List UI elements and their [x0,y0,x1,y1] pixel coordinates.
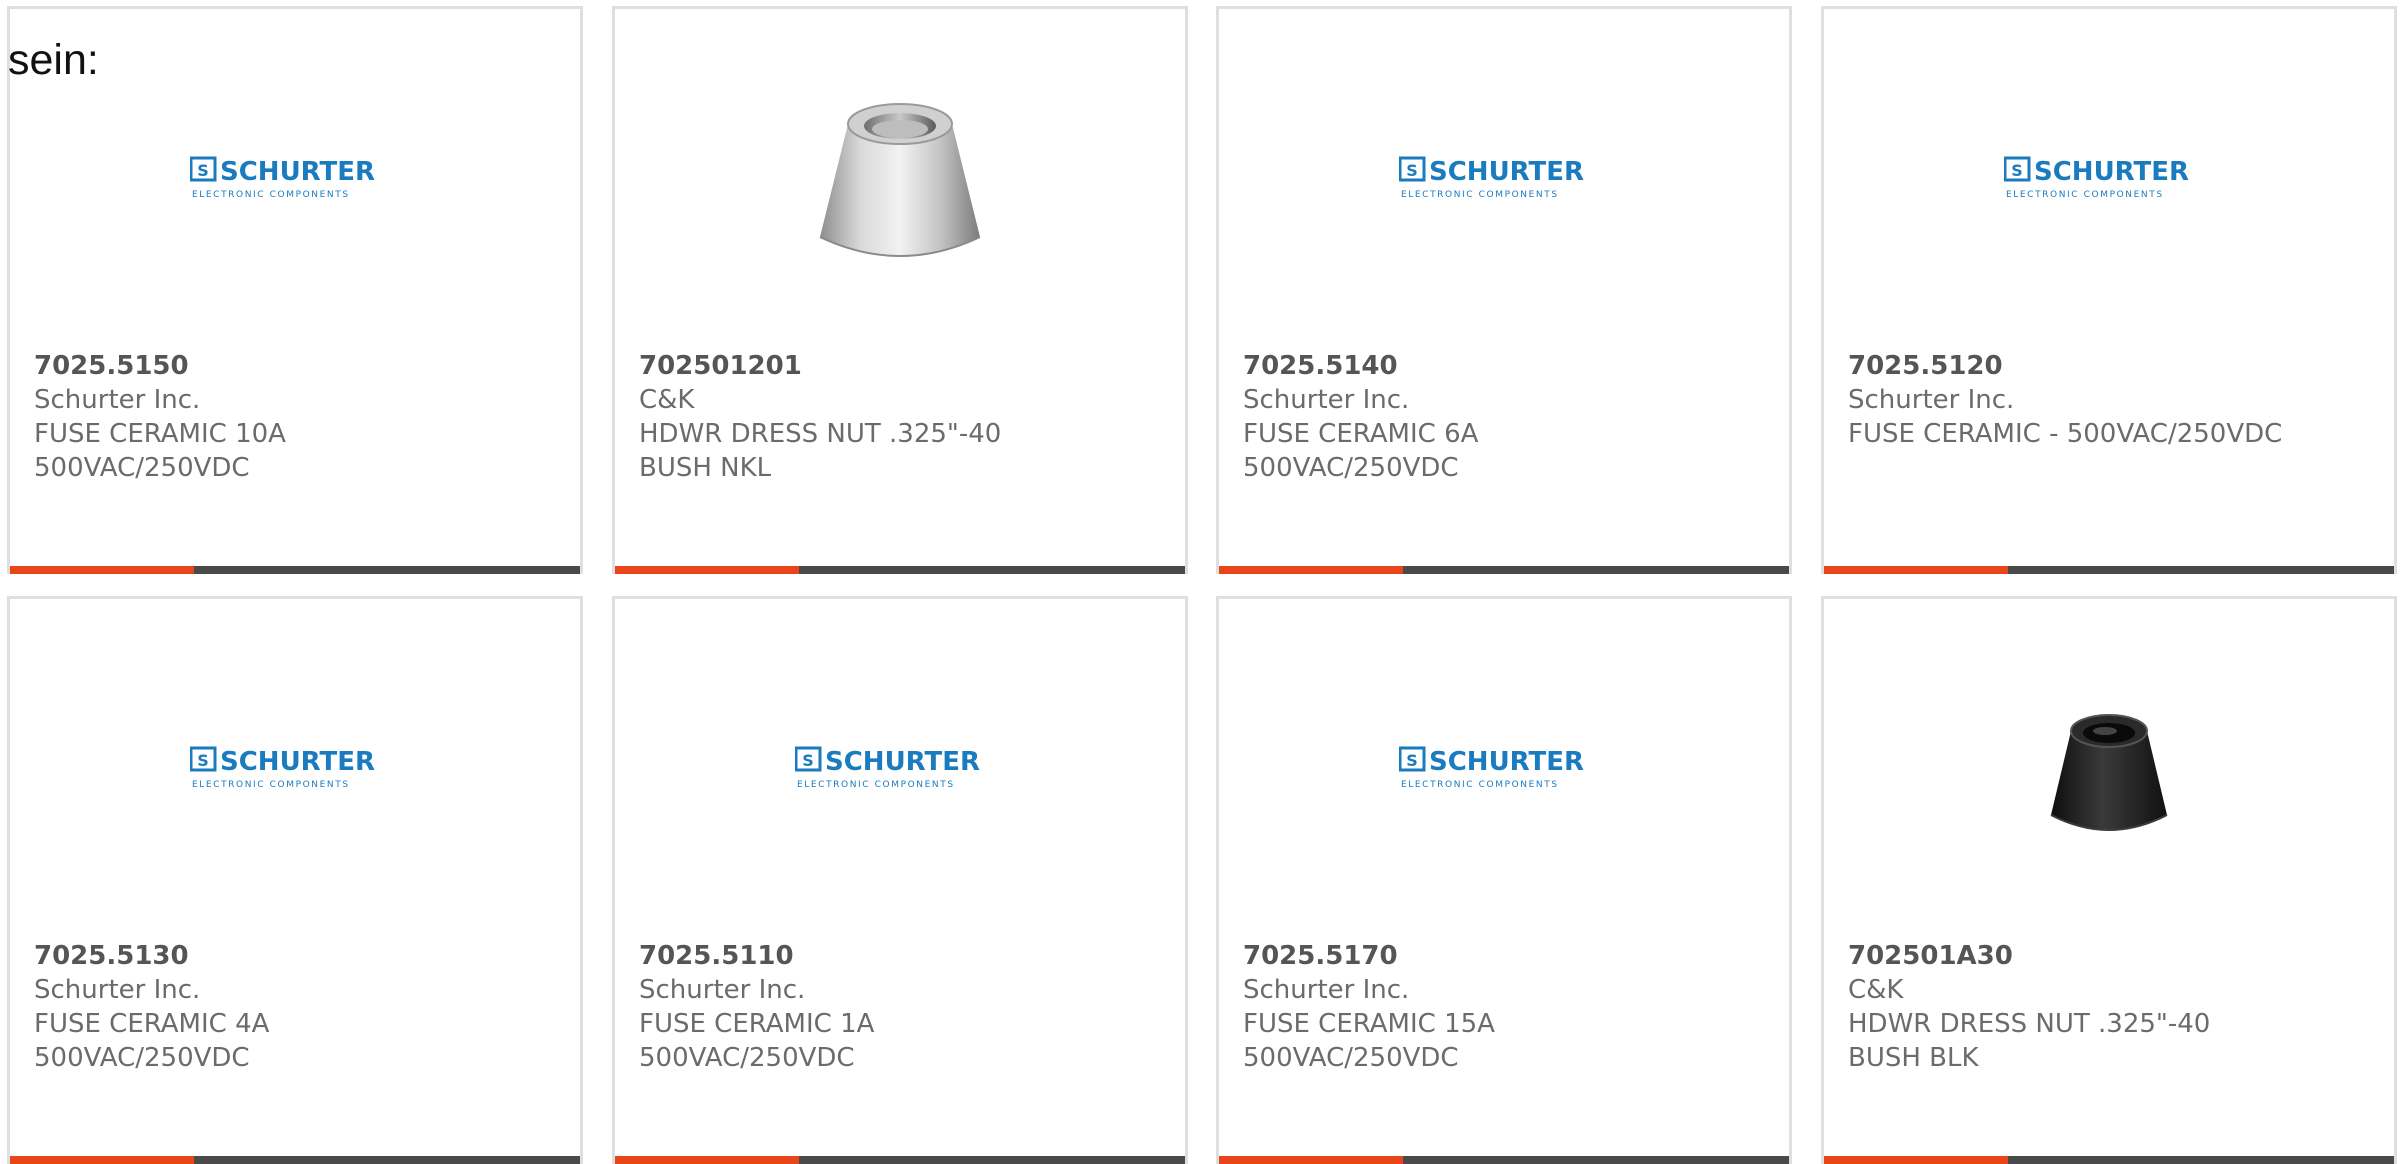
manufacturer: Schurter Inc. [34,385,201,415]
product-image[interactable] [615,49,1185,309]
product-image[interactable]: S SCHURTER ELECTRONIC COMPONENTS [615,639,1185,899]
card-footer-bar [1219,566,1789,574]
product-card[interactable]: S SCHURTER ELECTRONIC COMPONENTS 7025.51… [612,596,1188,1164]
logo-tagline: ELECTRONIC COMPONENTS [1401,780,1559,790]
logo-wordmark: SCHURTER [1429,747,1584,777]
card-footer-bar [615,1156,1185,1164]
card-accent [615,566,799,574]
schurter-logo-icon: S SCHURTER ELECTRONIC COMPONENTS [795,746,980,790]
schurter-logo-icon: S SCHURTER ELECTRONIC COMPONENTS [1399,746,1584,790]
card-footer-bar [1824,566,2394,574]
logo-wordmark: SCHURTER [2034,157,2189,187]
product-card[interactable]: 702501A30 C&K HDWR DRESS NUT .325"-40 BU… [1821,596,2397,1164]
product-image[interactable]: S SCHURTER ELECTRONIC COMPONENTS [10,49,580,309]
part-number[interactable]: 702501201 [639,349,1169,383]
manufacturer: Schurter Inc. [1848,385,2015,415]
description-line-1: FUSE CERAMIC 1A [639,1009,875,1039]
card-accent [1824,1156,2008,1164]
product-grid: S SCHURTER ELECTRONIC COMPONENTS 7025.51… [7,6,2400,1164]
card-accent [10,1156,194,1164]
svg-text:S: S [1406,751,1418,770]
description-line-2: 500VAC/250VDC [34,1043,250,1073]
product-info: 7025.5110 Schurter Inc. FUSE CERAMIC 1A … [639,939,1169,1075]
card-accent [615,1156,799,1164]
description-line-2: 500VAC/250VDC [639,1043,855,1073]
logo-tagline: ELECTRONIC COMPONENTS [2006,190,2164,200]
description-line-1: FUSE CERAMIC 6A [1243,419,1479,449]
product-info: 7025.5140 Schurter Inc. FUSE CERAMIC 6A … [1243,349,1773,485]
card-footer-bar [1824,1156,2394,1164]
card-footer-bar [10,1156,580,1164]
description-line-1: FUSE CERAMIC 4A [34,1009,270,1039]
logo-tagline: ELECTRONIC COMPONENTS [192,780,350,790]
schurter-logo-icon: S SCHURTER ELECTRONIC COMPONENTS [190,746,375,790]
part-number[interactable]: 7025.5120 [1848,349,2378,383]
manufacturer: Schurter Inc. [34,975,201,1005]
description-line-1: HDWR DRESS NUT .325"-40 [639,419,1002,449]
manufacturer: Schurter Inc. [1243,385,1410,415]
black-dress-nut-icon [2050,714,2168,831]
description-line-2: 500VAC/250VDC [34,453,250,483]
logo-wordmark: SCHURTER [1429,157,1584,187]
product-card[interactable]: S SCHURTER ELECTRONIC COMPONENTS 7025.51… [1821,6,2397,574]
description-line-2: BUSH NKL [639,453,772,483]
svg-text:S: S [1406,161,1418,180]
product-image[interactable]: S SCHURTER ELECTRONIC COMPONENTS [1219,49,1789,309]
part-number[interactable]: 7025.5130 [34,939,564,973]
card-footer-bar [615,566,1185,574]
product-info: 702501A30 C&K HDWR DRESS NUT .325"-40 BU… [1848,939,2378,1075]
product-card[interactable]: S SCHURTER ELECTRONIC COMPONENTS 7025.51… [1216,596,1792,1164]
part-number[interactable]: 7025.5140 [1243,349,1773,383]
product-image[interactable]: S SCHURTER ELECTRONIC COMPONENTS [1219,639,1789,899]
card-accent [1219,566,1403,574]
card-accent [1219,1156,1403,1164]
description-line-2: BUSH BLK [1848,1043,1979,1073]
logo-tagline: ELECTRONIC COMPONENTS [192,190,350,200]
part-number[interactable]: 7025.5150 [34,349,564,383]
product-info: 7025.5120 Schurter Inc. FUSE CERAMIC - 5… [1848,349,2378,451]
manufacturer: Schurter Inc. [1243,975,1410,1005]
product-info: 702501201 C&K HDWR DRESS NUT .325"-40 BU… [639,349,1169,485]
logo-wordmark: SCHURTER [220,747,375,777]
description-line-2: 500VAC/250VDC [1243,1043,1459,1073]
svg-text:S: S [197,751,209,770]
product-info: 7025.5170 Schurter Inc. FUSE CERAMIC 15A… [1243,939,1773,1075]
manufacturer: C&K [1848,975,1904,1005]
schurter-logo-icon: S SCHURTER ELECTRONIC COMPONENTS [2004,156,2189,200]
manufacturer: Schurter Inc. [639,975,806,1005]
description-line-1: HDWR DRESS NUT .325"-40 [1848,1009,2211,1039]
product-image[interactable]: S SCHURTER ELECTRONIC COMPONENTS [10,639,580,899]
logo-wordmark: SCHURTER [825,747,980,777]
product-card[interactable]: S SCHURTER ELECTRONIC COMPONENTS 7025.51… [7,596,583,1164]
logo-wordmark: SCHURTER [220,157,375,187]
product-card[interactable]: S SCHURTER ELECTRONIC COMPONENTS 7025.51… [7,6,583,574]
description-line-1: FUSE CERAMIC 15A [1243,1009,1495,1039]
logo-tagline: ELECTRONIC COMPONENTS [1401,190,1559,200]
part-number[interactable]: 702501A30 [1848,939,2378,973]
product-info: 7025.5150 Schurter Inc. FUSE CERAMIC 10A… [34,349,564,485]
card-footer-bar [1219,1156,1789,1164]
product-image[interactable]: S SCHURTER ELECTRONIC COMPONENTS [1824,49,2394,309]
product-info: 7025.5130 Schurter Inc. FUSE CERAMIC 4A … [34,939,564,1075]
product-image[interactable] [1824,639,2394,899]
svg-text:S: S [2011,161,2023,180]
card-accent [10,566,194,574]
product-card[interactable]: S SCHURTER ELECTRONIC COMPONENTS 7025.51… [1216,6,1792,574]
product-card[interactable]: 702501201 C&K HDWR DRESS NUT .325"-40 BU… [612,6,1188,574]
card-footer-bar [10,566,580,574]
description-line-2: 500VAC/250VDC [1243,453,1459,483]
svg-text:S: S [802,751,814,770]
manufacturer: C&K [639,385,695,415]
schurter-logo-icon: S SCHURTER ELECTRONIC COMPONENTS [190,156,375,200]
card-accent [1824,566,2008,574]
nickel-dress-nut-icon [819,103,981,257]
description-line-1: FUSE CERAMIC - 500VAC/250VDC [1848,419,2283,449]
schurter-logo-icon: S SCHURTER ELECTRONIC COMPONENTS [1399,156,1584,200]
svg-text:S: S [197,161,209,180]
description-line-1: FUSE CERAMIC 10A [34,419,286,449]
part-number[interactable]: 7025.5110 [639,939,1169,973]
intro-text: sein: [8,36,99,84]
part-number[interactable]: 7025.5170 [1243,939,1773,973]
logo-tagline: ELECTRONIC COMPONENTS [797,780,955,790]
